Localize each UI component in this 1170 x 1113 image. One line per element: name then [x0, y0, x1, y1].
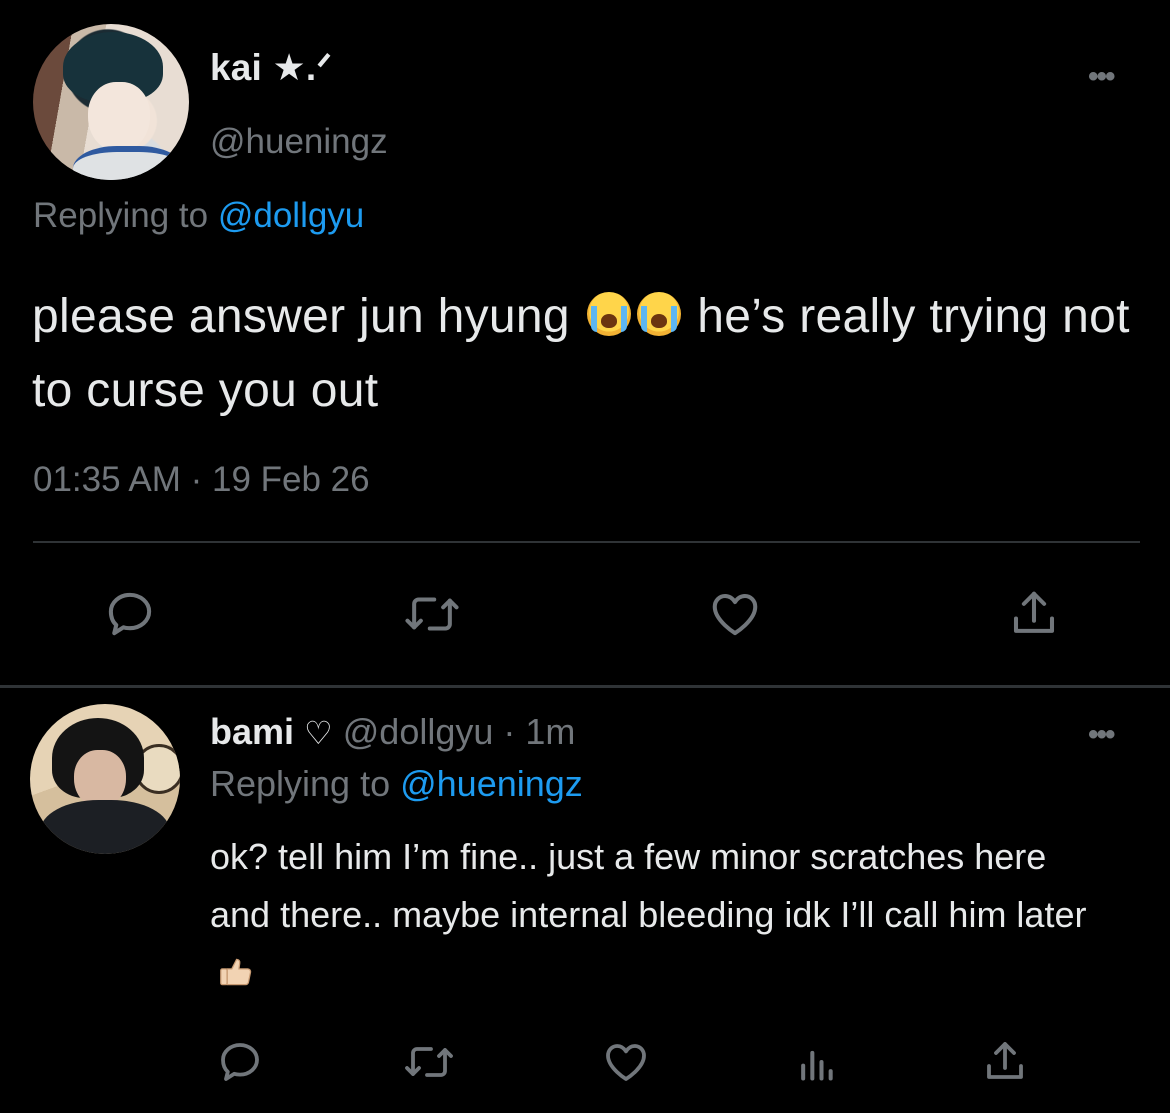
retweet-button[interactable]: [400, 582, 464, 646]
replying-to-line: Replying to @dollgyu: [33, 196, 364, 236]
reply-icon: [221, 1043, 259, 1081]
reply-icon: [108, 592, 152, 636]
analytics-icon: [801, 1050, 833, 1081]
share-button[interactable]: [1002, 582, 1066, 646]
tweet-text-part1: please answer jun hyung: [32, 290, 584, 343]
avatar-kai[interactable]: [33, 24, 189, 180]
retweet-button[interactable]: [397, 1030, 461, 1094]
thumbs-up-emoji: [220, 958, 252, 986]
analytics-button[interactable]: [784, 1030, 848, 1094]
share-button[interactable]: [973, 1030, 1037, 1094]
avatar-hoodie: [40, 800, 170, 854]
retweet-icon: [405, 597, 459, 631]
reply-button[interactable]: [208, 1030, 272, 1094]
replying-to-link[interactable]: @dollgyu: [218, 196, 364, 235]
crying-face-emoji: [636, 292, 681, 336]
like-icon: [606, 1044, 646, 1081]
tweet-text: please answer jun hyung he’s really tryi…: [32, 280, 1132, 428]
reply-text-body: ok? tell him I’m fine.. just a few minor…: [210, 836, 1087, 935]
retweet-icon: [405, 1047, 453, 1077]
share-icon: [1013, 591, 1055, 633]
more-options-icon[interactable]: •••: [1088, 62, 1115, 92]
replying-prefix: Replying to: [33, 196, 218, 235]
reply-text: ok? tell him I’m fine.. just a few minor…: [210, 828, 1110, 1002]
handle-hueningz[interactable]: @hueningz: [210, 122, 388, 162]
reply-button[interactable]: [98, 582, 162, 646]
divider: [33, 541, 1140, 543]
reply-handle-time[interactable]: @dollgyu · 1m: [343, 711, 576, 752]
more-options-icon[interactable]: •••: [1088, 720, 1115, 750]
heart-badge-icon: ♡: [304, 714, 333, 752]
replying-to-link[interactable]: @hueningz: [400, 763, 583, 804]
display-name-kai[interactable]: kai ★.ᐟ: [210, 46, 332, 89]
avatar-shirt: [73, 146, 183, 180]
avatar-bami[interactable]: [30, 704, 180, 854]
avatar-face: [88, 82, 150, 152]
share-icon: [987, 1042, 1023, 1079]
like-button[interactable]: [594, 1030, 658, 1094]
like-icon: [712, 593, 758, 636]
thread-divider: [0, 685, 1170, 688]
display-name-bami[interactable]: bami: [210, 711, 294, 752]
reply-header: bami ♡ @dollgyu · 1m: [210, 711, 575, 753]
crying-face-emoji: [586, 292, 631, 336]
like-button[interactable]: [703, 582, 767, 646]
replying-to-line: Replying to @hueningz: [210, 763, 583, 805]
tweet-timestamp[interactable]: 01:35 AM · 19 Feb 26: [33, 460, 370, 500]
replying-prefix: Replying to: [210, 763, 401, 804]
